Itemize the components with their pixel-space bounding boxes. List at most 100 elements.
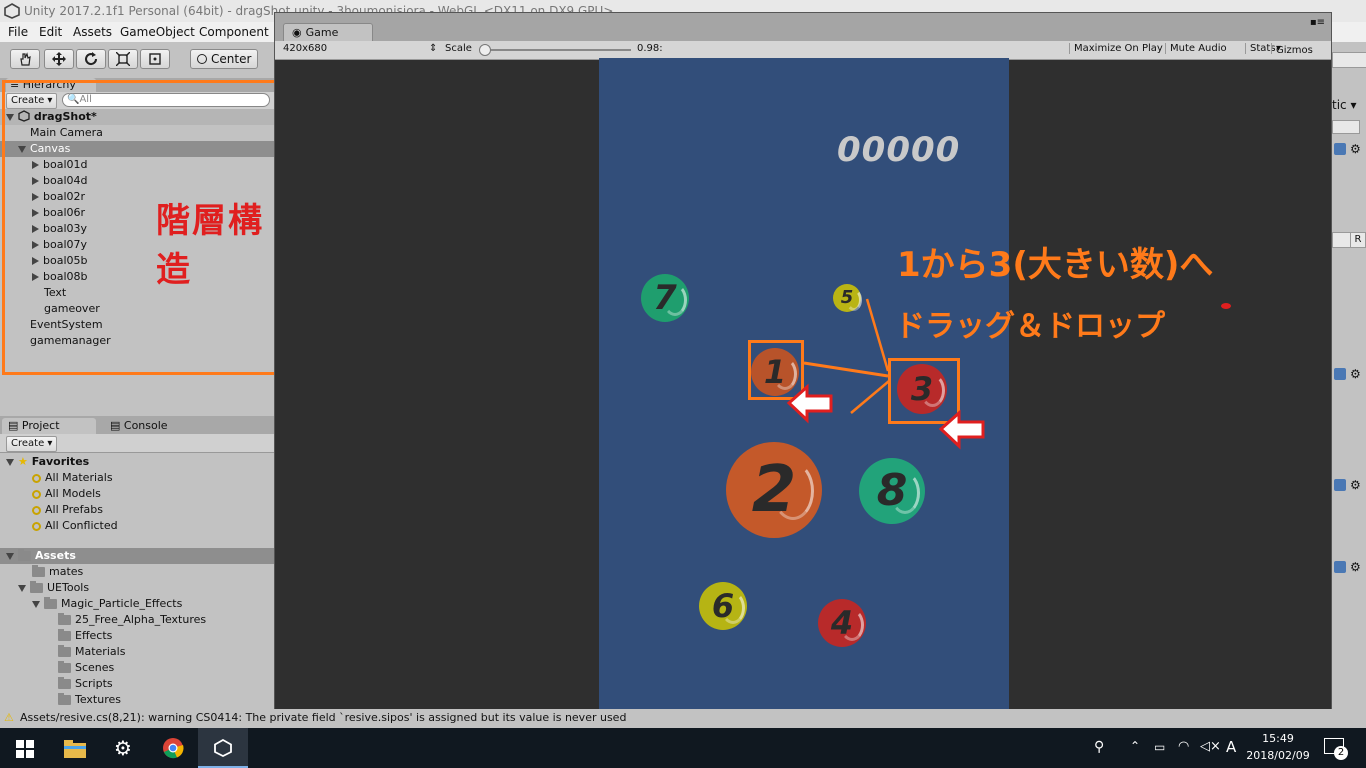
folder-item[interactable]: Scenes — [58, 660, 114, 676]
rect-tool-button[interactable] — [140, 49, 170, 69]
folder-item[interactable]: Textures — [58, 692, 121, 708]
pivot-icon — [197, 54, 207, 64]
favorite-item[interactable]: All Prefabs — [32, 502, 103, 518]
project-panel: ▤ Project ▤ Console Create ▾ ★ Favorites… — [0, 416, 274, 708]
settings-gear-icon[interactable]: ⚙ — [114, 736, 132, 760]
folder-icon — [30, 581, 43, 593]
help-icon[interactable] — [1334, 479, 1346, 491]
settings-gear-icon[interactable]: ⚙ — [1350, 560, 1361, 574]
rect-transform-icon — [149, 53, 161, 65]
taskbar-time[interactable]: 15:49 — [1250, 732, 1306, 745]
folder-icon — [58, 645, 71, 657]
search-icon — [32, 473, 41, 483]
inspector-r-button[interactable]: R — [1350, 232, 1366, 248]
move-icon — [52, 52, 66, 66]
folder-icon — [58, 693, 71, 705]
collapse-triangle-icon[interactable] — [6, 458, 14, 466]
favorite-item[interactable]: All Materials — [32, 470, 113, 486]
windows-taskbar: ⚙ ⚲ ⌃ ▭ ◠ ◁× A 15:49 2018/02/09 2 — [0, 728, 1366, 768]
collapse-triangle-icon[interactable] — [6, 552, 14, 560]
game-window: ◉ Game ▪≡ 420x680 ⇕ Scale 0.98: Maximize … — [274, 12, 1332, 720]
move-tool-button[interactable] — [44, 49, 74, 69]
battery-icon[interactable]: ▭ — [1154, 740, 1165, 754]
annotation-dot — [1221, 303, 1231, 309]
folder-icon — [32, 565, 45, 577]
instruction-line-1: 1から3(大きい数)へ — [897, 245, 1214, 285]
folder-item[interactable]: Scripts — [58, 676, 113, 692]
assets-header[interactable]: Assets — [0, 548, 274, 564]
folder-icon — [58, 661, 71, 673]
unity-logo-icon — [214, 739, 232, 757]
menu-gameobject[interactable]: GameObject — [120, 25, 195, 39]
folder-icon — [44, 597, 57, 609]
collapse-triangle-icon[interactable] — [18, 584, 26, 592]
scale-icon — [116, 52, 130, 66]
rotate-tool-button[interactable] — [76, 49, 106, 69]
pivot-label: Center — [211, 52, 252, 66]
scale-tool-button[interactable] — [108, 49, 138, 69]
inspector-panel-partial: tic ▾ ⚙ R ⚙ ⚙ ⚙ — [1332, 42, 1366, 708]
unity-taskbar-button[interactable] — [198, 728, 248, 768]
inspector-dropdown[interactable] — [1332, 52, 1366, 68]
console-tab[interactable]: ▤ Console — [110, 418, 168, 434]
inspector-static-label: tic ▾ — [1332, 98, 1357, 112]
folder-item[interactable]: 25_Free_Alpha_Textures — [58, 612, 206, 628]
drag-arrow-lines — [803, 298, 890, 414]
collapse-triangle-icon[interactable] — [32, 600, 40, 608]
menu-file[interactable]: File — [8, 25, 28, 39]
console-message[interactable]: Assets/resive.cs(8,21): warning CS0414: … — [20, 711, 626, 724]
hierarchy-panel: ≡ Hierarchy Create ▾ 🔍All dragShot* Main… — [0, 78, 277, 414]
rotate-icon — [85, 52, 98, 66]
windows-start-icon[interactable] — [16, 740, 34, 758]
chrome-icon[interactable] — [162, 737, 184, 759]
favorite-item[interactable]: All Conflicted — [32, 518, 118, 534]
pointer-arrow-icon — [938, 409, 985, 450]
project-create-button[interactable]: Create ▾ — [6, 436, 58, 452]
people-icon[interactable]: ⚲ — [1094, 739, 1104, 755]
settings-gear-icon[interactable]: ⚙ — [1350, 367, 1361, 381]
search-icon — [32, 505, 41, 515]
folder-icon — [58, 613, 71, 625]
favorites-header[interactable]: ★ Favorites — [6, 454, 89, 470]
menu-component[interactable]: Component — [199, 25, 269, 39]
favorite-item[interactable]: All Models — [32, 486, 101, 502]
project-tabbar: ▤ Project ▤ Console — [0, 416, 274, 434]
folder-item[interactable]: mates — [32, 564, 83, 580]
instruction-line-2: ドラッグ＆ドロップ — [895, 309, 1165, 344]
settings-gear-icon[interactable]: ⚙ — [1350, 478, 1361, 492]
folder-item[interactable]: Materials — [58, 644, 125, 660]
folder-item[interactable]: UETools — [18, 580, 89, 596]
folder-item[interactable]: Magic_Particle_Effects — [32, 596, 182, 612]
folder-icon — [58, 677, 71, 689]
help-icon[interactable] — [1334, 368, 1346, 380]
inspector-layer-dropdown[interactable] — [1332, 120, 1360, 134]
warning-icon: ⚠ — [4, 711, 14, 724]
star-icon: ★ — [18, 455, 28, 468]
file-explorer-icon[interactable] — [64, 740, 86, 758]
wifi-icon[interactable]: ◠ — [1178, 739, 1189, 754]
hand-tool-button[interactable] — [10, 49, 40, 69]
project-toolbar: Create ▾ — [0, 434, 274, 453]
hand-icon — [20, 52, 31, 66]
search-icon — [32, 521, 41, 531]
status-bar[interactable]: ⚠ Assets/resive.cs(8,21): warning CS0414… — [0, 709, 1366, 727]
hierarchy-annotation: 階層構造 — [156, 201, 264, 290]
project-tab[interactable]: ▤ Project — [2, 418, 96, 434]
chevron-up-icon[interactable]: ⌃ — [1130, 739, 1140, 753]
folder-icon — [18, 549, 31, 561]
folder-item[interactable]: Effects — [58, 628, 112, 644]
ime-indicator[interactable]: A — [1226, 738, 1236, 756]
unity-logo-icon — [4, 3, 20, 19]
settings-gear-icon[interactable]: ⚙ — [1350, 142, 1361, 156]
pointer-arrow-icon — [786, 383, 833, 424]
search-icon — [32, 489, 41, 499]
help-icon[interactable] — [1334, 561, 1346, 573]
pivot-toggle-button[interactable]: Center — [190, 49, 258, 69]
notification-count-badge: 2 — [1334, 746, 1348, 760]
volume-muted-icon[interactable]: ◁× — [1200, 739, 1221, 754]
help-icon[interactable] — [1334, 143, 1346, 155]
menu-assets[interactable]: Assets — [73, 25, 112, 39]
menu-edit[interactable]: Edit — [39, 25, 62, 39]
folder-icon — [58, 629, 71, 641]
taskbar-date[interactable]: 2018/02/09 — [1246, 749, 1310, 762]
